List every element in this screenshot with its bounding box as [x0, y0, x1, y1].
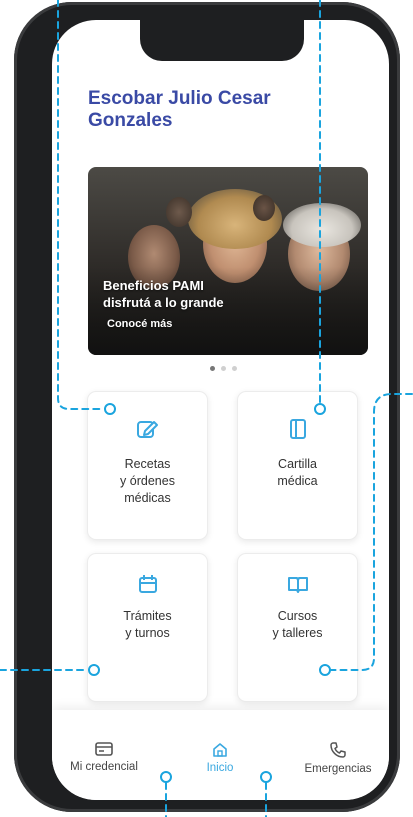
open-book-icon	[287, 577, 308, 593]
tile-procedures[interactable]: Trámites y turnos	[87, 553, 208, 702]
phone-notch	[140, 20, 304, 61]
book-icon	[289, 419, 306, 439]
nav-home-label: Inicio	[206, 762, 234, 774]
phone-frame: Escobar Julio Cesar Gonzales Beneficios …	[14, 2, 400, 812]
tile-courses[interactable]: Cursos y talleres	[237, 553, 358, 702]
banner-title-line-1: Beneficios PAMI	[103, 278, 204, 293]
phone-icon	[330, 742, 346, 758]
nav-credential[interactable]: Mi credencial	[54, 742, 154, 773]
carousel-dot-2[interactable]	[221, 366, 226, 371]
tile-courses-label: Cursos y talleres	[272, 609, 323, 640]
app-screen: Escobar Julio Cesar Gonzales Beneficios …	[52, 20, 389, 800]
tile-medical-directory[interactable]: Cartilla médica	[237, 391, 358, 540]
calendar-icon	[138, 575, 157, 593]
hair-image-right	[283, 203, 361, 247]
tile-prescriptions-label: Recetas y órdenes médicas	[120, 457, 175, 505]
tile-medical-directory-label: Cartilla médica	[277, 457, 318, 488]
nav-emergencies[interactable]: Emergencias	[288, 742, 388, 775]
nav-home[interactable]: Inicio	[192, 742, 248, 774]
person-image-back-2	[253, 195, 275, 221]
tile-prescriptions[interactable]: Recetas y órdenes médicas	[87, 391, 208, 540]
person-image-back	[166, 197, 192, 227]
carousel-dot-3[interactable]	[232, 366, 237, 371]
benefits-banner[interactable]: Beneficios PAMI disfrutá a lo grande Con…	[88, 167, 368, 355]
home-icon	[213, 743, 227, 757]
banner-title: Beneficios PAMI disfrutá a lo grande	[103, 277, 303, 311]
tile-procedures-label: Trámites y turnos	[123, 609, 172, 640]
carousel-dot-1[interactable]	[210, 366, 215, 371]
nav-credential-label: Mi credencial	[70, 761, 138, 773]
id-card-icon	[95, 742, 113, 756]
user-name-title: Escobar Julio Cesar Gonzales	[88, 88, 271, 131]
edit-icon	[136, 421, 158, 438]
banner-title-line-2: disfrutá a lo grande	[103, 295, 224, 310]
banner-link[interactable]: Conocé más	[107, 318, 172, 330]
carousel-dots	[210, 366, 237, 371]
nav-emergencies-label: Emergencias	[304, 763, 372, 775]
